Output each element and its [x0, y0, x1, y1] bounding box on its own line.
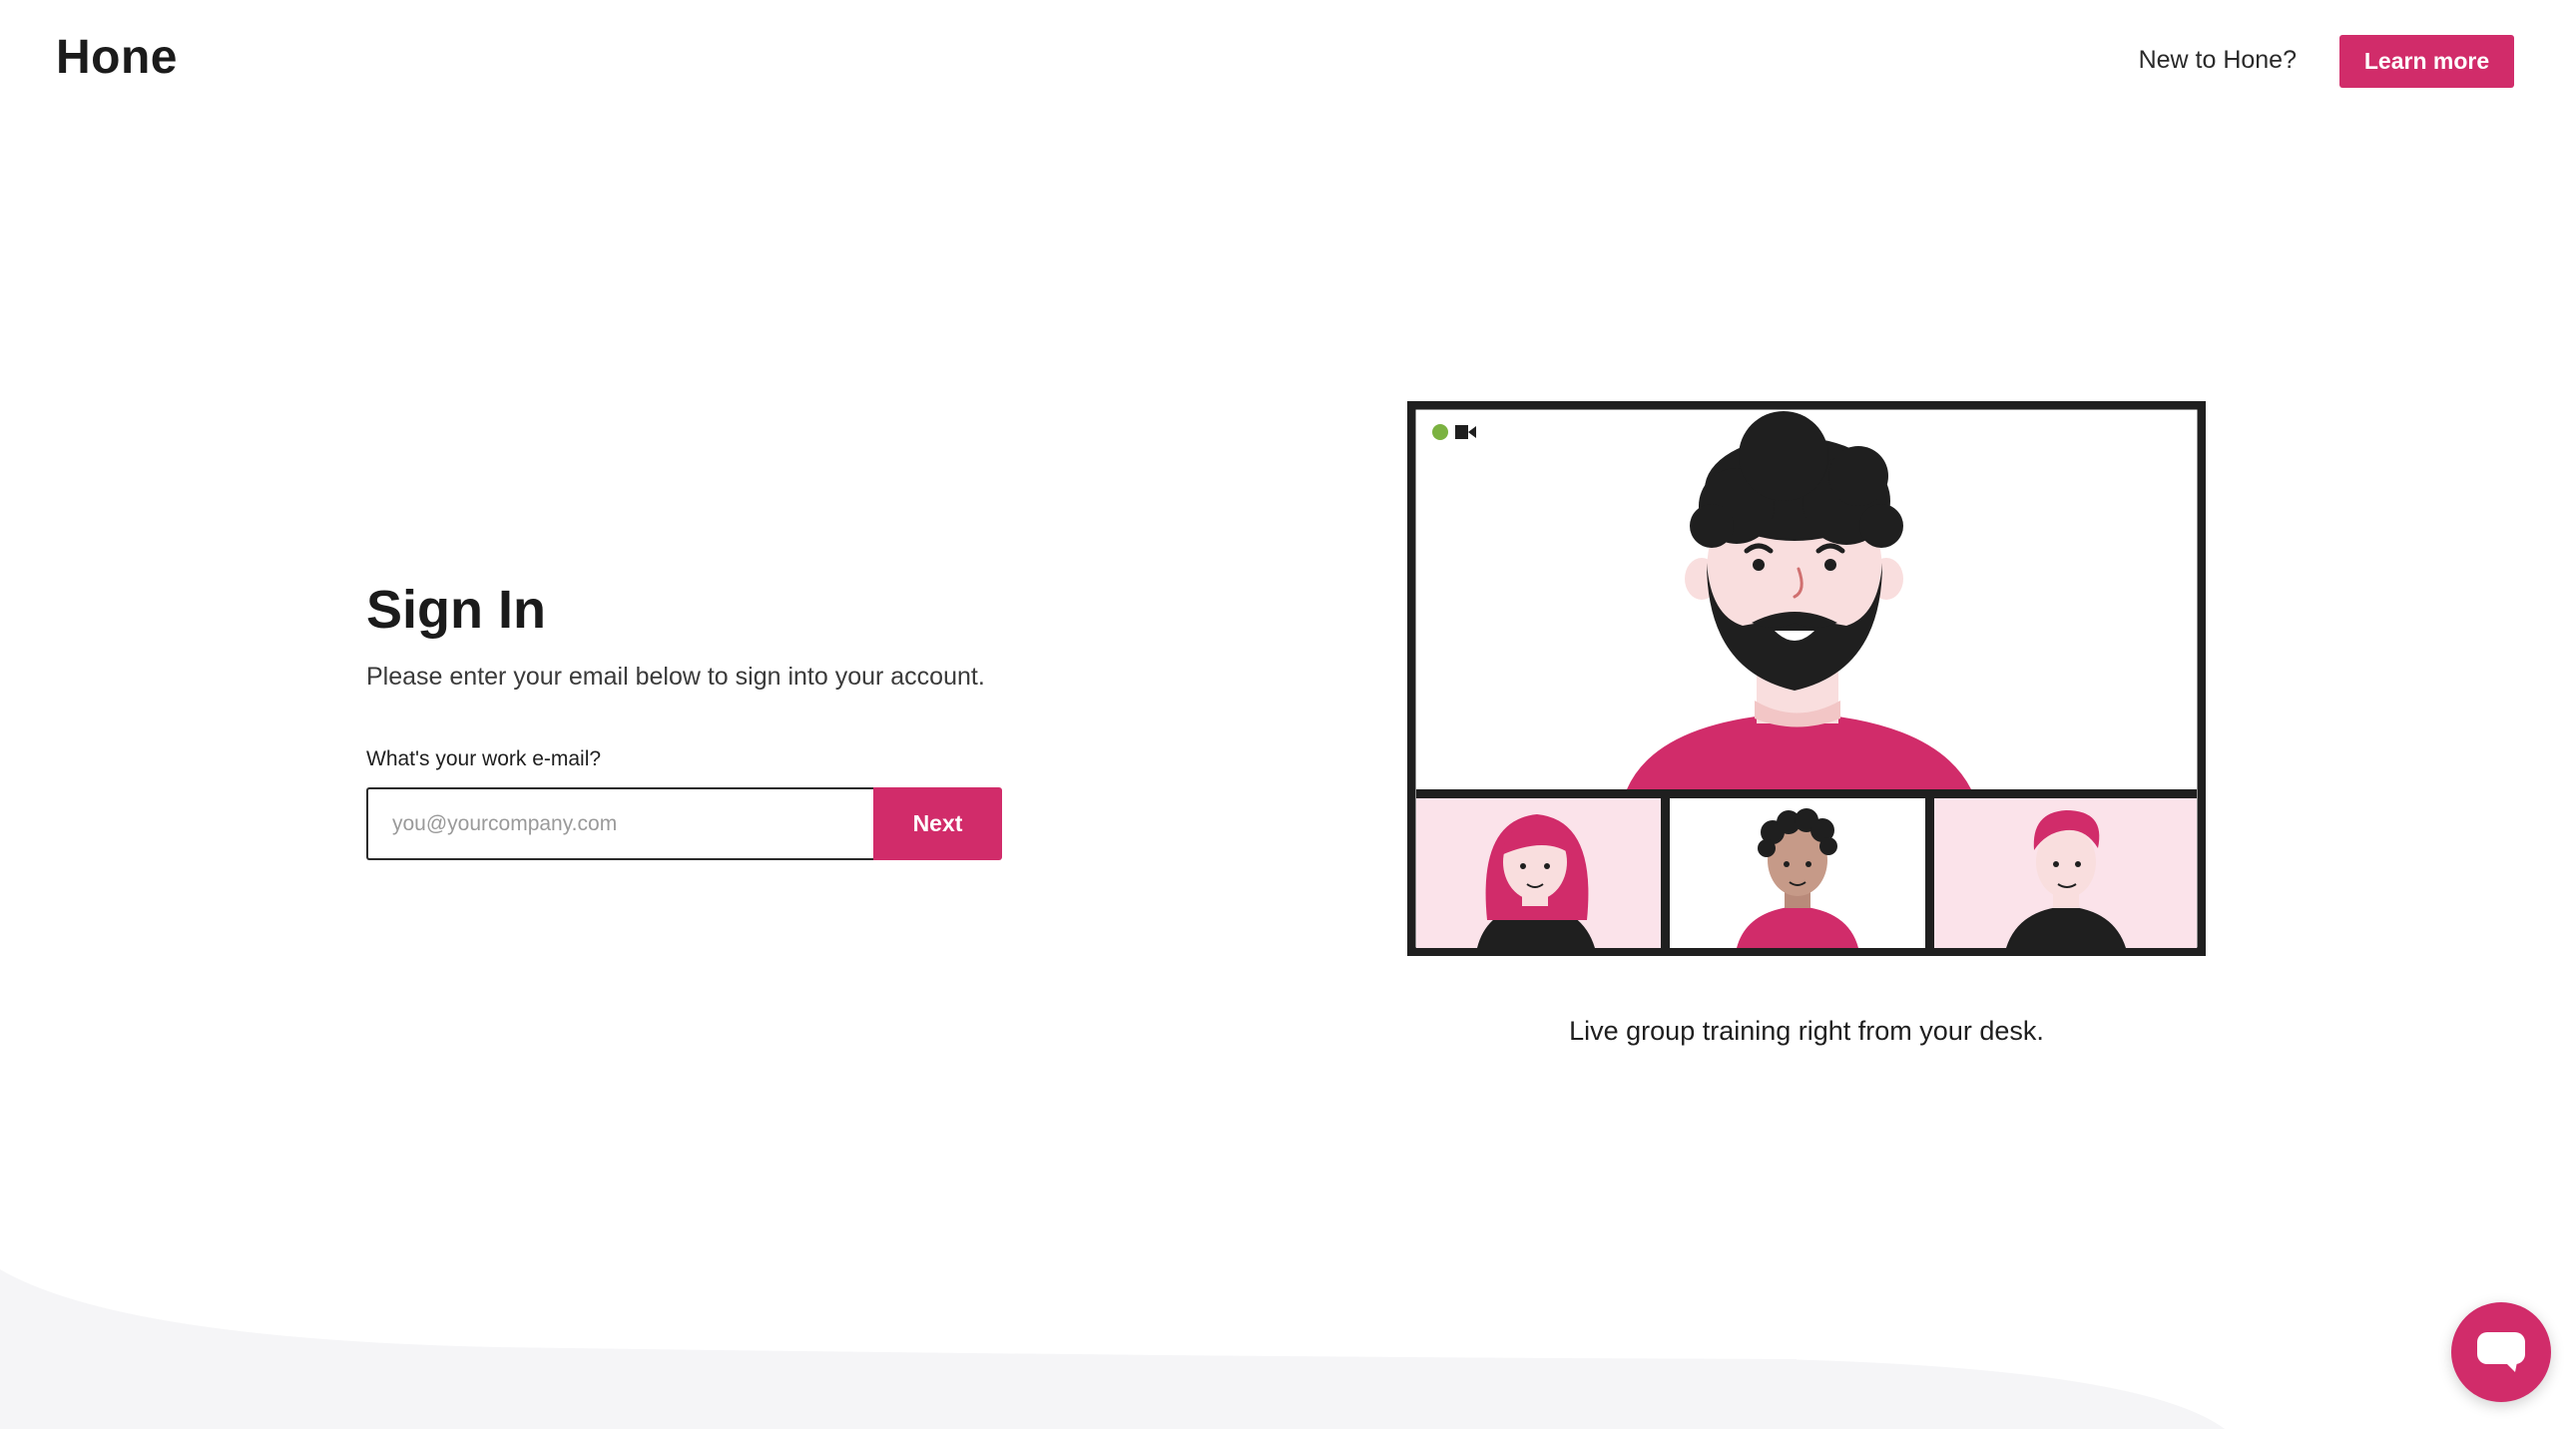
chat-bubble-icon	[2477, 1332, 2525, 1372]
chat-button[interactable]	[2451, 1302, 2551, 1402]
email-form-row: Next	[366, 787, 1002, 860]
live-status-dot	[1432, 424, 1448, 440]
footer-wave	[0, 1269, 2576, 1429]
learn-more-button[interactable]: Learn more	[2339, 35, 2514, 88]
page-title: Sign In	[366, 580, 546, 640]
sign-in-page: Hone New to Hone? Learn more Sign In Ple…	[0, 0, 2576, 1429]
email-field-label: What's your work e-mail?	[366, 747, 602, 770]
participant-tile-2	[1670, 798, 1925, 948]
video-call-illustration	[1407, 401, 2206, 956]
email-field[interactable]	[366, 787, 873, 860]
main-speaker-tile	[1416, 410, 2197, 789]
next-button[interactable]: Next	[873, 787, 1002, 860]
hone-logo[interactable]: Hone	[56, 30, 178, 85]
participant-tile-1	[1416, 798, 1661, 948]
illustration-caption: Live group training right from your desk…	[1569, 1016, 2044, 1046]
sign-in-subtitle: Please enter your email below to sign in…	[366, 663, 985, 691]
top-bar: Hone New to Hone? Learn more	[0, 0, 2576, 124]
participant-tile-3	[1934, 798, 2197, 948]
new-to-hone-text: New to Hone?	[2138, 46, 2297, 74]
sign-in-form: Sign In Please enter your email below to…	[366, 579, 1065, 860]
